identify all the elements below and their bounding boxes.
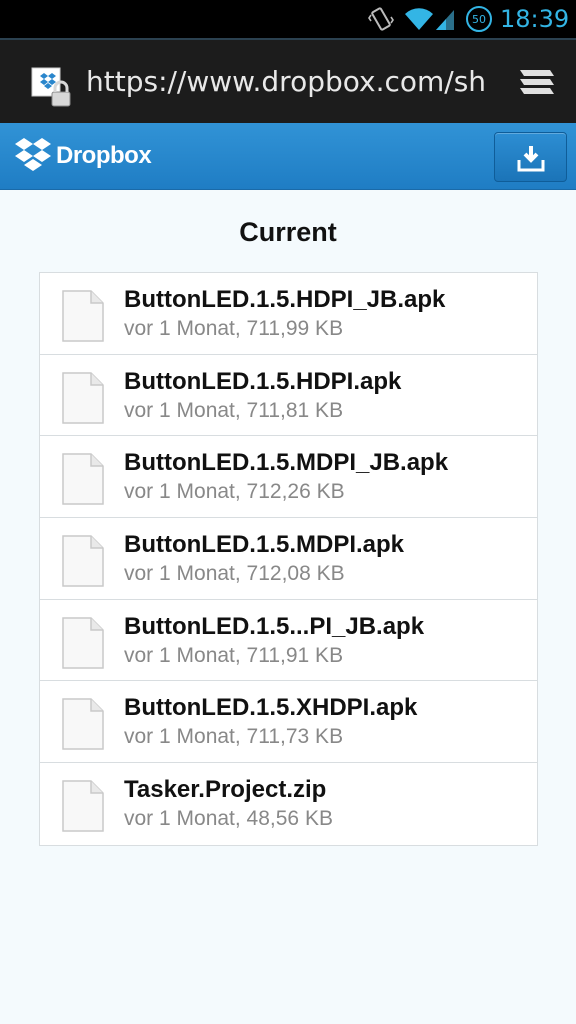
file-list: ButtonLED.1.5.HDPI_JB.apkvor 1 Monat, 71… (39, 272, 538, 846)
file-row[interactable]: ButtonLED.1.5.HDPI_JB.apkvor 1 Monat, 71… (40, 273, 537, 355)
url-field[interactable]: https://www.dropbox.com/sh/4 (86, 62, 486, 102)
secure-site-icon[interactable] (30, 66, 74, 110)
clock: 18:39 (500, 5, 570, 33)
file-row[interactable]: ButtonLED.1.5.MDPI.apk vor 1 Monat, 712,0… (40, 518, 537, 600)
battery-icon: 50 (466, 6, 492, 32)
file-meta: vor 1 Monat, 711,91 KB (124, 643, 344, 667)
file-row[interactable]: ButtonLED.1.5...PI_JB.apkvor 1 Monat, 71… (40, 600, 537, 682)
file-name: Tasker.Project.zip (124, 776, 327, 804)
section-title: Current (239, 217, 337, 247)
file-name: ButtonLED.1.5.MDPI_JB.apk (124, 449, 449, 477)
signal-icon (436, 10, 454, 30)
file-name: ButtonLED.1.5.XHDPI.apk (124, 694, 418, 722)
document-icon (62, 453, 104, 506)
file-name: ButtonLED.1.5.HDPI_JB.apk (124, 286, 446, 313)
document-icon (62, 617, 104, 669)
file-meta: vor 1 Monat, 712,08 KB (124, 562, 345, 586)
vibrate-icon (368, 7, 394, 31)
browser-url-bar: https://www.dropbox.com/sh/4 (0, 38, 576, 123)
file-name: ButtonLED.1.5.HDPI.apk (124, 367, 402, 395)
wifi-icon (405, 8, 433, 30)
tabs-icon[interactable] (516, 66, 558, 102)
dropbox-logo-icon (15, 138, 51, 171)
file-meta: vor 1 Monat, 711,81 KB (124, 398, 344, 422)
file-meta: vor 1 Monat, 711,99 KB (124, 317, 344, 340)
file-row[interactable]: ButtonLED.1.5.MDPI_JB.apkvor 1 Monat, 71… (40, 436, 537, 519)
file-name: ButtonLED.1.5.MDPI.apk (124, 531, 405, 559)
brand-name: Dropbox (56, 142, 152, 169)
document-icon (62, 535, 104, 587)
file-row[interactable]: Tasker.Project.zip vor 1 Monat, 48,56 KB (40, 763, 537, 845)
file-meta: vor 1 Monat, 711,73 KB (124, 725, 344, 749)
download-button[interactable] (494, 132, 567, 182)
file-row[interactable]: ButtonLED.1.5.HDPI.apk vor 1 Monat, 711,8… (40, 355, 537, 437)
document-icon (62, 780, 104, 832)
file-meta: vor 1 Monat, 48,56 KB (124, 807, 333, 831)
document-icon (62, 290, 104, 342)
status-bar: 50 18:39 (0, 0, 576, 38)
file-name: ButtonLED.1.5...PI_JB.apk (124, 612, 425, 640)
download-icon (517, 146, 545, 172)
dropbox-header: Dropbox (0, 123, 576, 190)
document-icon (62, 371, 104, 424)
document-icon (62, 698, 104, 751)
file-meta: vor 1 Monat, 712,26 KB (124, 480, 345, 504)
file-row[interactable]: ButtonLED.1.5.XHDPI.apk vor 1 Monat, 711,… (40, 681, 537, 764)
